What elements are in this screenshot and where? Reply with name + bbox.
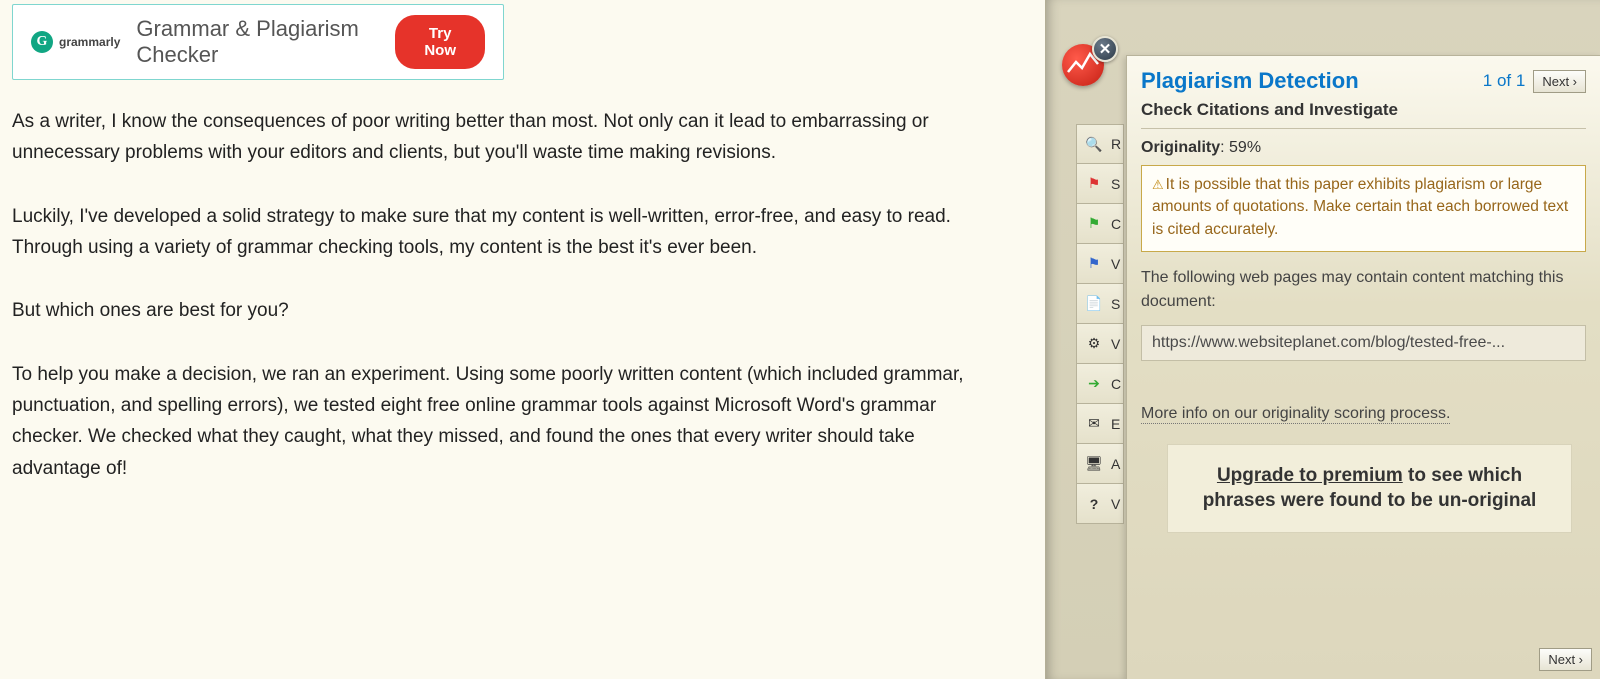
result-counter: 1 of 1: [1483, 71, 1526, 91]
divider: [1141, 128, 1586, 129]
next-button-bottom[interactable]: Next ›: [1539, 648, 1592, 671]
results-panel: ✕ 🔍R ⚑S ⚑C ⚑V 📄S ⚙V ➔C ✉E 🖥A ?V Plagiari…: [1045, 0, 1600, 679]
flag-icon: ⚑: [1085, 175, 1103, 193]
grammarly-logo-text: grammarly: [59, 35, 120, 49]
tool-item[interactable]: 📄S: [1076, 284, 1124, 324]
analysis-badge: ✕: [1062, 44, 1110, 92]
mail-icon: ✉: [1085, 415, 1103, 433]
article-paragraph: But which ones are best for you?: [12, 295, 982, 326]
grammarly-ad[interactable]: G grammarly Grammar & Plagiarism Checker…: [12, 4, 504, 80]
match-url[interactable]: https://www.websiteplanet.com/blog/teste…: [1141, 325, 1586, 361]
grammarly-logo-icon: G: [31, 31, 53, 53]
article-column: G grammarly Grammar & Plagiarism Checker…: [0, 0, 1045, 679]
more-info-link[interactable]: More info on our originality scoring pro…: [1141, 405, 1450, 424]
tool-item[interactable]: ⚙V: [1076, 324, 1124, 364]
monitor-icon: 🖥: [1085, 455, 1103, 473]
article-paragraph: As a writer, I know the consequences of …: [12, 106, 982, 169]
upgrade-link[interactable]: Upgrade to premium: [1217, 465, 1403, 486]
warning-box: ⚠It is possible that this paper exhibits…: [1141, 165, 1586, 252]
warning-icon: ⚠: [1152, 177, 1164, 192]
magnifier-icon: 🔍: [1085, 135, 1103, 153]
tool-item[interactable]: ⚑V: [1076, 244, 1124, 284]
article-paragraph: Luckily, I've developed a solid strategy…: [12, 201, 982, 264]
help-icon: ?: [1085, 495, 1103, 513]
warning-text: It is possible that this paper exhibits …: [1152, 176, 1568, 238]
tool-item[interactable]: ⚑S: [1076, 164, 1124, 204]
article-paragraph: To help you make a decision, we ran an e…: [12, 359, 982, 484]
tool-item[interactable]: ?V: [1076, 484, 1124, 524]
ad-title: Grammar & Plagiarism Checker: [136, 16, 379, 68]
flag-icon: ⚑: [1085, 215, 1103, 233]
popup-title: Plagiarism Detection: [1141, 68, 1359, 94]
next-button[interactable]: Next ›: [1533, 70, 1586, 93]
tool-item[interactable]: 🖥A: [1076, 444, 1124, 484]
tool-item[interactable]: ➔C: [1076, 364, 1124, 404]
tool-item[interactable]: ✉E: [1076, 404, 1124, 444]
popup-subtitle: Check Citations and Investigate: [1141, 100, 1586, 120]
tool-item[interactable]: 🔍R: [1076, 124, 1124, 164]
popup-header: Plagiarism Detection 1 of 1 Next ›: [1141, 68, 1586, 94]
originality-line: Originality: 59%: [1141, 139, 1586, 157]
originality-value: : 59%: [1220, 139, 1261, 156]
grammarly-logo: G grammarly: [31, 31, 120, 53]
tool-rail: 🔍R ⚑S ⚑C ⚑V 📄S ⚙V ➔C ✉E 🖥A ?V: [1076, 124, 1124, 524]
plagiarism-popup: Plagiarism Detection 1 of 1 Next › Check…: [1126, 55, 1600, 679]
arrow-icon: ➔: [1085, 375, 1103, 393]
try-now-button[interactable]: Try Now: [395, 15, 485, 69]
originality-label: Originality: [1141, 139, 1220, 156]
flag-icon: ⚑: [1085, 255, 1103, 273]
upgrade-callout: Upgrade to premium to see which phrases …: [1167, 444, 1572, 533]
page-icon: 📄: [1085, 295, 1103, 313]
matches-description: The following web pages may contain cont…: [1141, 266, 1586, 312]
close-icon[interactable]: ✕: [1092, 36, 1118, 62]
gear-icon: ⚙: [1085, 335, 1103, 353]
tool-item[interactable]: ⚑C: [1076, 204, 1124, 244]
